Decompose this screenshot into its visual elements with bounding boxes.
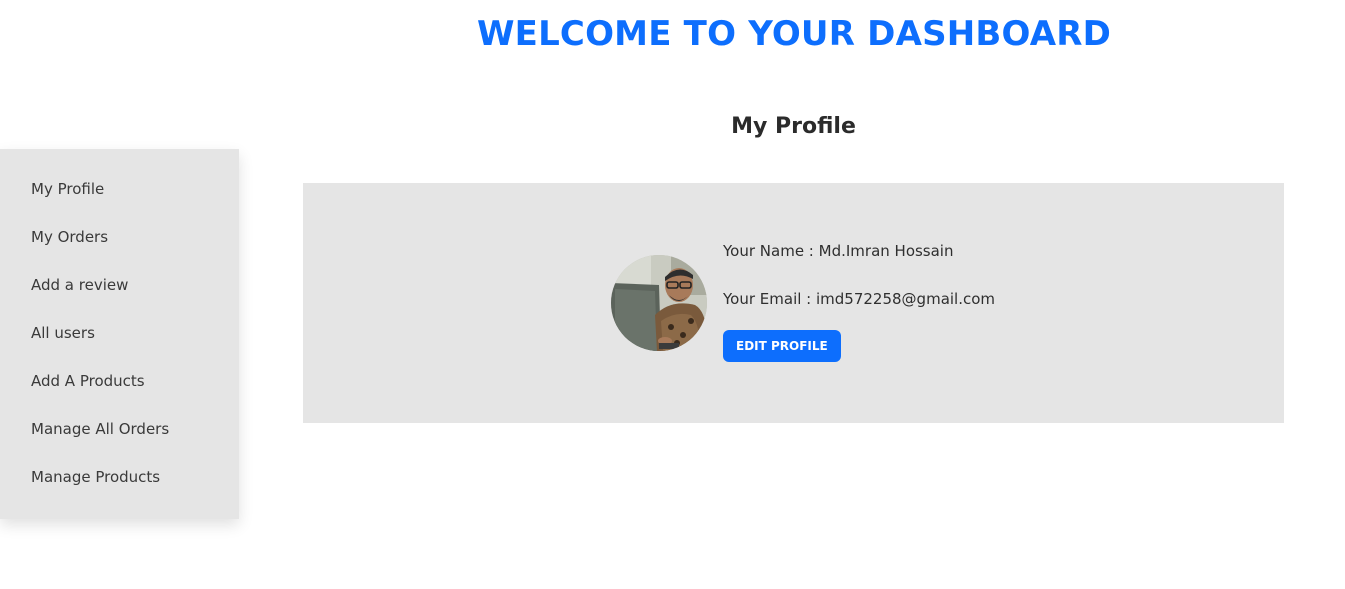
profile-card: Your Name : Md.Imran Hossain Your Email …: [303, 183, 1284, 423]
user-photo-icon: [611, 255, 707, 351]
sidebar-item-my-orders[interactable]: My Orders: [0, 225, 239, 273]
page-title: WELCOME TO YOUR DASHBOARD: [476, 14, 1112, 54]
sidebar: My Profile My Orders Add a review All us…: [0, 149, 239, 519]
sidebar-item-my-profile[interactable]: My Profile: [0, 177, 239, 225]
edit-profile-button[interactable]: EDIT PROFILE: [723, 330, 841, 362]
avatar: [611, 255, 707, 351]
profile-email: Your Email : imd572258@gmail.com: [723, 290, 996, 308]
sidebar-item-all-users[interactable]: All users: [0, 321, 239, 369]
sidebar-item-manage-products[interactable]: Manage Products: [0, 465, 239, 513]
section-title: My Profile: [731, 114, 856, 139]
dashboard-page: WELCOME TO YOUR DASHBOARD My Profile My …: [0, 0, 1345, 589]
sidebar-item-add-review[interactable]: Add a review: [0, 273, 239, 321]
sidebar-item-add-products[interactable]: Add A Products: [0, 369, 239, 417]
profile-name: Your Name : Md.Imran Hossain: [723, 242, 954, 260]
profile-info: Your Name : Md.Imran Hossain Your Email …: [723, 239, 995, 362]
sidebar-item-manage-all-orders[interactable]: Manage All Orders: [0, 417, 239, 465]
sidebar-menu: My Profile My Orders Add a review All us…: [0, 177, 239, 513]
